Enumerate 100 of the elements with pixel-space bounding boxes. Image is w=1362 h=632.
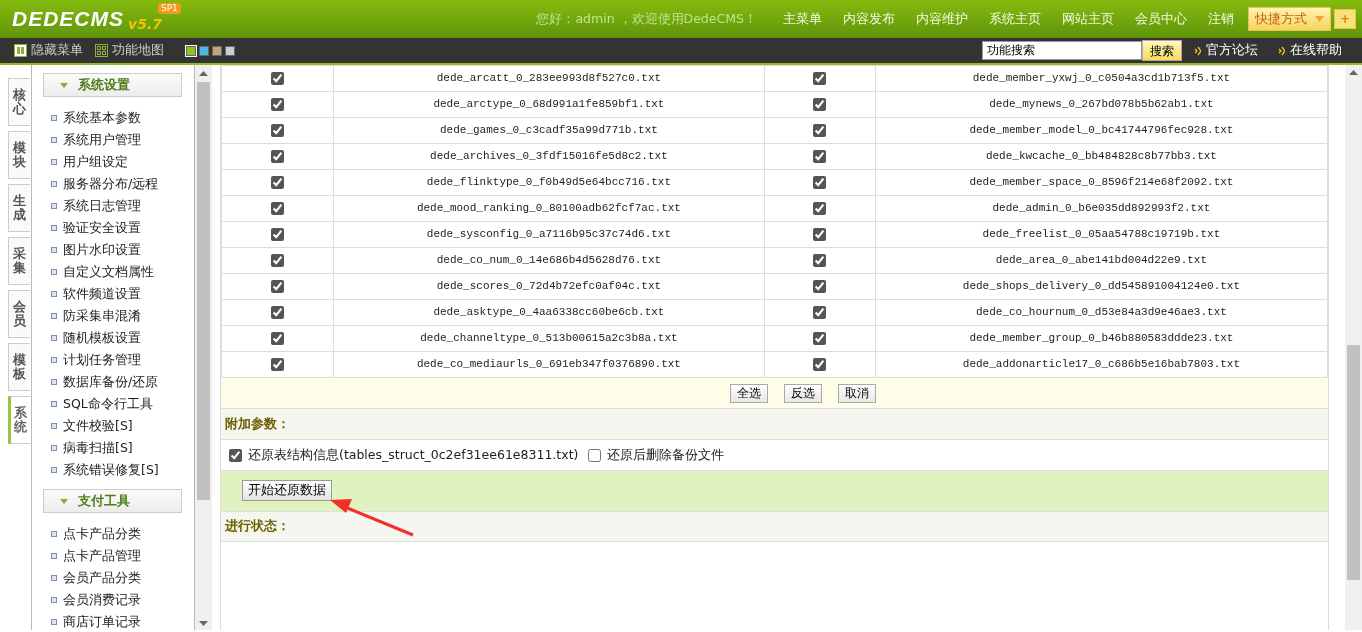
checkbox[interactable] [271, 149, 284, 163]
checkbox[interactable] [813, 201, 827, 215]
menu-item[interactable]: 商店订单记录 [43, 611, 182, 630]
search-button[interactable]: 搜索 [1142, 40, 1182, 61]
file-name-cell: dede_co_num_0_14e686b4d5628d76.txt [333, 247, 765, 274]
checkbox[interactable] [229, 448, 242, 462]
side-tab[interactable]: 模板 [8, 343, 30, 391]
checkbox[interactable] [813, 149, 827, 163]
checkbox[interactable] [813, 71, 827, 85]
file-name-cell: dede_arcatt_0_283ee993d8f527c0.txt [333, 65, 765, 92]
file-name-cell: dede_addonarticle17_0_c686b5e16bab7803.txt [875, 351, 1328, 378]
side-tab[interactable]: 会员 [8, 290, 30, 338]
checkbox[interactable] [271, 331, 284, 345]
file-name-cell: dede_channeltype_0_513b00615a2c3b8a.txt [333, 325, 765, 352]
action-button[interactable]: 取消 [837, 383, 876, 403]
checkbox[interactable] [813, 227, 827, 241]
skin-swatch[interactable] [199, 45, 209, 56]
search-field[interactable]: 功能搜索 [982, 41, 1142, 60]
bullet-icon [51, 531, 57, 537]
file-name-cell: dede_flinktype_0_f0b49d5e64bcc716.txt [333, 169, 765, 196]
menu-item[interactable]: 系统日志管理 [43, 195, 182, 217]
bullet-icon [51, 467, 57, 473]
checkbox[interactable] [813, 253, 827, 267]
checkbox[interactable] [271, 279, 284, 293]
menu-group-title: 支付工具 [78, 492, 130, 511]
toolbar-link[interactable]: 隐藏菜单 [14, 41, 83, 60]
menu-item[interactable]: 自定义文档属性 [43, 261, 182, 283]
action-button[interactable]: 反选 [783, 383, 822, 403]
side-tab[interactable]: 系统 [8, 396, 30, 444]
checkbox[interactable] [271, 71, 284, 85]
checkbox[interactable] [271, 123, 284, 137]
checkbox[interactable] [813, 357, 827, 371]
side-tab[interactable]: 模块 [8, 131, 30, 179]
menu-scrollbar[interactable] [195, 65, 212, 630]
caret-icon [1314, 16, 1324, 22]
checkbox[interactable] [271, 305, 284, 319]
menu-item[interactable]: 系统基本参数 [43, 107, 182, 129]
file-name-cell: dede_member_space_0_8596f214e68f2092.txt [875, 169, 1328, 196]
page-scrollbar[interactable] [1345, 65, 1362, 630]
file-name-cell: dede_area_0_abe141bd004d22e9.txt [875, 247, 1328, 274]
bullet-icon [51, 225, 57, 231]
file-name-cell: dede_archives_0_3fdf15016fe5d8c2.txt [333, 143, 765, 170]
side-tab[interactable]: 采集 [8, 237, 30, 285]
menu-item[interactable]: 系统错误修复[S] [43, 459, 182, 481]
side-tab[interactable]: 核心 [8, 78, 30, 126]
toolbar-link[interactable]: 功能地图 [95, 41, 164, 60]
file-name-cell: dede_sysconfig_0_a7116b95c37c74d6.txt [333, 221, 765, 248]
menu-item[interactable]: 系统用户管理 [43, 129, 182, 151]
grid-icon [95, 44, 108, 57]
checkbox[interactable] [588, 448, 602, 462]
checkbox[interactable] [813, 305, 827, 319]
menu-item[interactable]: 软件频道设置 [43, 283, 182, 305]
checkbox[interactable] [271, 97, 284, 111]
help-link[interactable]: 官方论坛 [1194, 41, 1258, 60]
menu-item[interactable]: 随机模板设置 [43, 327, 182, 349]
menu-item[interactable]: 防采集串混淆 [43, 305, 182, 327]
checkbox[interactable] [271, 227, 284, 241]
menu-item[interactable]: 会员产品分类 [43, 567, 182, 589]
menu-item[interactable]: 文件校验[S] [43, 415, 182, 437]
checkbox[interactable] [813, 123, 827, 137]
skin-swatch[interactable] [225, 45, 235, 56]
bullet-icon [51, 269, 57, 275]
help-link[interactable]: 在线帮助 [1278, 41, 1342, 60]
skin-swatch[interactable] [186, 45, 196, 56]
menu-item[interactable]: 病毒扫描[S] [43, 437, 182, 459]
menu-item[interactable]: 点卡产品管理 [43, 545, 182, 567]
checkbox[interactable] [271, 357, 284, 371]
menu-group-title: 系统设置 [78, 76, 130, 95]
menu-item[interactable]: 数据库备份/还原 [43, 371, 182, 393]
bullet-icon [51, 313, 57, 319]
menu-item[interactable]: 图片水印设置 [43, 239, 182, 261]
checkbox[interactable] [813, 279, 827, 293]
menu-group-header[interactable]: 支付工具 [43, 489, 182, 513]
start-restore-button[interactable]: 开始还原数据 [242, 479, 332, 501]
checkbox[interactable] [813, 97, 827, 111]
bullet-icon [51, 335, 57, 341]
menu-item[interactable]: 会员消费记录 [43, 589, 182, 611]
bullet-icon [51, 619, 57, 625]
menu-item[interactable]: SQL命令行工具 [43, 393, 182, 415]
menu-group-header[interactable]: 系统设置 [43, 73, 182, 97]
bullet-icon [51, 203, 57, 209]
menu-item[interactable]: 服务器分布/远程 [43, 173, 182, 195]
side-tab[interactable]: 生成 [8, 184, 30, 232]
menu-item[interactable]: 用户组设定 [43, 151, 182, 173]
skin-swatch[interactable] [212, 45, 222, 56]
signal-icon [1278, 45, 1285, 56]
file-name-cell: dede_mynews_0_267bd078b5b62ab1.txt [875, 91, 1328, 118]
file-name-cell: dede_shops_delivery_0_dd545891004124e0.txt [875, 273, 1328, 300]
menu-item[interactable]: 点卡产品分类 [43, 523, 182, 545]
checkbox[interactable] [813, 331, 827, 345]
checkbox[interactable] [813, 175, 827, 189]
action-button[interactable]: 全选 [729, 383, 768, 403]
menu-item[interactable]: 计划任务管理 [43, 349, 182, 371]
bullet-icon [51, 247, 57, 253]
option-label: 还原表结构信息(tables_struct_0c2ef31ee61e8311.txt) [248, 445, 579, 464]
checkbox[interactable] [271, 253, 284, 267]
checkbox[interactable] [271, 175, 284, 189]
checkbox[interactable] [271, 201, 284, 215]
menu-item[interactable]: 验证安全设置 [43, 217, 182, 239]
file-name-cell: dede_mood_ranking_0_80100adb62fcf7ac.txt [333, 195, 765, 222]
